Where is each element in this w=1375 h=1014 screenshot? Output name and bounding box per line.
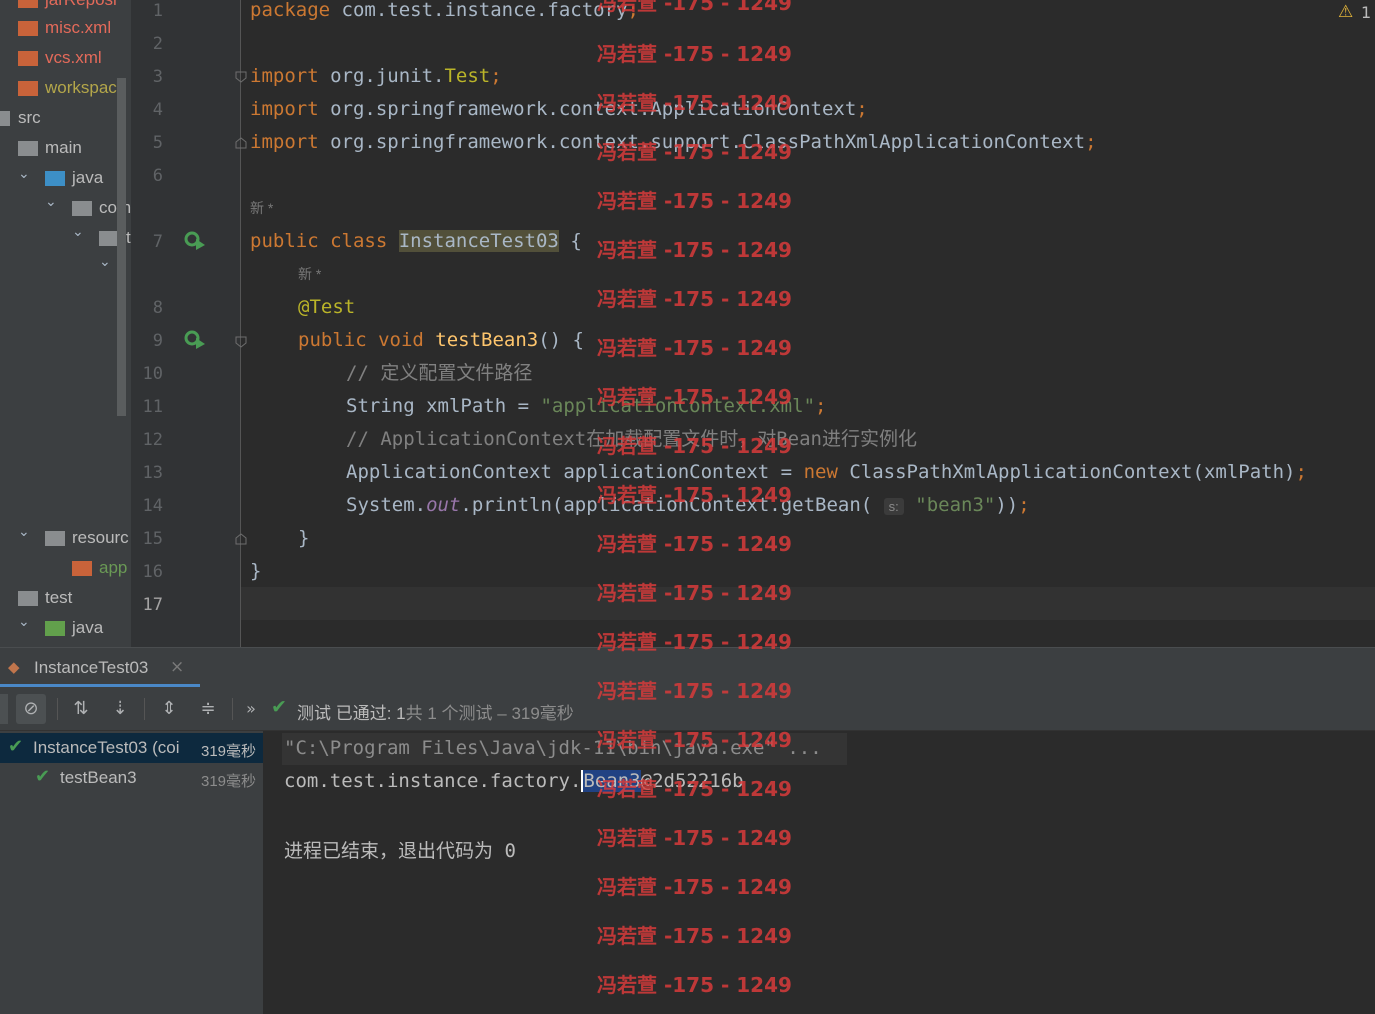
- resources-folder-icon: [45, 531, 65, 546]
- code-line-9[interactable]: public void testBean3() {: [298, 324, 584, 357]
- folder-icon: [18, 591, 38, 606]
- line-number: 2: [152, 34, 163, 54]
- stop-icon[interactable]: ⊘: [16, 694, 46, 724]
- fold-icon[interactable]: [234, 70, 248, 84]
- parameter-hint: s:: [883, 498, 904, 515]
- run-tool-window-header: ◆ InstanceTest03 ×: [0, 647, 1375, 688]
- editor-gutter: [131, 0, 241, 647]
- test-results-tree: ✔ InstanceTest03 (coi 319毫秒 ✔ testBean3 …: [0, 731, 263, 1014]
- tab-underline: [0, 684, 200, 687]
- line-number: 6: [152, 166, 163, 186]
- fold-icon[interactable]: [234, 532, 248, 546]
- watermark: 冯若萱 -175 - 1249: [597, 532, 792, 556]
- code-line-13[interactable]: ApplicationContext applicationContext = …: [346, 456, 1307, 489]
- toolbar-edge: [0, 694, 8, 724]
- test-status: 测试 已通过: 1共 1 个测试 – 319毫秒: [297, 704, 574, 723]
- watermark: 冯若萱 -175 - 1249: [597, 336, 792, 360]
- line-number: 8: [152, 298, 163, 318]
- line-number: 3: [152, 67, 163, 87]
- folder-icon: [18, 141, 38, 156]
- check-icon: ✔: [35, 766, 51, 787]
- code-line-1[interactable]: package com.test.instance.factory;: [250, 0, 639, 27]
- line-number: 7: [152, 232, 163, 252]
- current-line-highlight: [241, 587, 1375, 620]
- code-line-10[interactable]: // 定义配置文件路径: [346, 357, 532, 390]
- line-number: 9: [152, 331, 163, 351]
- watermark: 冯若萱 -175 - 1249: [597, 238, 792, 262]
- line-number: 4: [152, 100, 163, 120]
- tab-instancetest03[interactable]: ◆ InstanceTest03 ×: [0, 648, 200, 688]
- warning-count: 1: [1361, 3, 1372, 22]
- watermark: 冯若萱 -175 - 1249: [597, 189, 792, 213]
- line-number: 14: [142, 496, 163, 516]
- package-icon: [72, 201, 92, 216]
- check-icon: ✔: [271, 696, 287, 718]
- toolbar-divider: [144, 698, 145, 720]
- run-test-icon[interactable]: [183, 229, 207, 251]
- chevron-down-icon[interactable]: ⌄: [18, 524, 30, 540]
- fold-icon[interactable]: [234, 335, 248, 349]
- console-command-line: "C:\Program Files\Java\jdk-11\bin\java.e…: [284, 737, 822, 759]
- code-line-15[interactable]: }: [298, 522, 309, 555]
- usage-hint[interactable]: 新 *: [250, 198, 273, 218]
- sort-alpha-icon[interactable]: ⇅: [66, 694, 96, 724]
- watermark: 冯若萱 -175 - 1249: [597, 42, 792, 66]
- code-line-4[interactable]: import org.springframework.context.Appli…: [250, 93, 868, 126]
- xml-file-icon: [72, 561, 92, 576]
- usage-hint[interactable]: 新 *: [298, 264, 321, 284]
- warning-icon[interactable]: ⚠: [1338, 2, 1353, 22]
- sort-duration-icon[interactable]: ⇣: [105, 694, 135, 724]
- chevron-down-icon[interactable]: ⌄: [18, 614, 30, 630]
- line-number: 16: [142, 562, 163, 582]
- test-row-class[interactable]: ✔ InstanceTest03 (coi 319毫秒: [0, 733, 263, 763]
- line-number: 13: [142, 463, 163, 483]
- run-config-icon: ◆: [8, 658, 20, 676]
- test-source-folder-icon: [45, 621, 65, 636]
- xml-file-icon: [18, 81, 38, 96]
- line-number: 5: [152, 133, 163, 153]
- line-number: 15: [142, 529, 163, 549]
- run-toolbar: ⊘ ⇅ ⇣ ⇕ ≑ » ✔ 测试 已通过: 1共 1 个测试 – 319毫秒: [0, 688, 1375, 731]
- tree-scrollbar[interactable]: [117, 78, 126, 416]
- test-row-method[interactable]: ✔ testBean3 319毫秒: [0, 763, 263, 793]
- check-icon: ✔: [8, 736, 24, 757]
- line-number: 10: [142, 364, 163, 384]
- code-line-7[interactable]: public class InstanceTest03 {: [250, 225, 582, 258]
- line-number: 12: [142, 430, 163, 450]
- project-tree: jarReposi misc.xml vcs.xml workspac src …: [0, 0, 131, 647]
- collapse-all-icon[interactable]: ≑: [193, 694, 223, 724]
- chevron-down-icon[interactable]: ⌄: [45, 194, 57, 210]
- code-line-8[interactable]: @Test: [298, 291, 355, 324]
- run-test-icon[interactable]: [183, 328, 207, 350]
- console-exit-line: 进程已结束，退出代码为 0: [284, 840, 516, 862]
- xml-file-icon: [18, 0, 38, 8]
- xml-file-icon: [18, 51, 38, 66]
- folder-icon: [0, 111, 10, 126]
- chevron-down-icon[interactable]: ⌄: [72, 224, 84, 240]
- code-line-5[interactable]: import org.springframework.context.suppo…: [250, 126, 1097, 159]
- source-folder-icon: [45, 171, 65, 186]
- toolbar-divider: [57, 698, 58, 720]
- xml-file-icon: [18, 21, 38, 36]
- chevron-down-icon[interactable]: ⌄: [99, 254, 111, 270]
- watermark: 冯若萱 -175 - 1249: [597, 287, 792, 311]
- toolbar-divider: [232, 698, 233, 720]
- line-number: 17: [142, 595, 163, 615]
- close-icon[interactable]: ×: [170, 657, 184, 677]
- selected-text: Bean3: [581, 770, 641, 792]
- more-actions-icon[interactable]: »: [236, 694, 266, 724]
- code-line-14[interactable]: System.out.println(applicationContext.ge…: [346, 489, 1030, 522]
- fold-icon[interactable]: [234, 136, 248, 150]
- code-line-11[interactable]: String xmlPath = "applicationContext.xml…: [346, 390, 826, 423]
- code-line-3[interactable]: import org.junit.Test;: [250, 60, 502, 93]
- line-number: 11: [142, 397, 163, 417]
- code-line-16[interactable]: }: [250, 555, 261, 588]
- code-line-12[interactable]: // ApplicationContext在加载配置文件时，对Bean进行实例化: [346, 423, 917, 456]
- package-icon: [99, 231, 119, 246]
- line-number: 1: [152, 1, 163, 21]
- gutter-separator: [240, 0, 241, 647]
- console-output-line: com.test.instance.factory. Bean3@2d52216b: [284, 770, 744, 792]
- expand-all-icon[interactable]: ⇕: [154, 694, 184, 724]
- chevron-down-icon[interactable]: ⌄: [18, 166, 30, 182]
